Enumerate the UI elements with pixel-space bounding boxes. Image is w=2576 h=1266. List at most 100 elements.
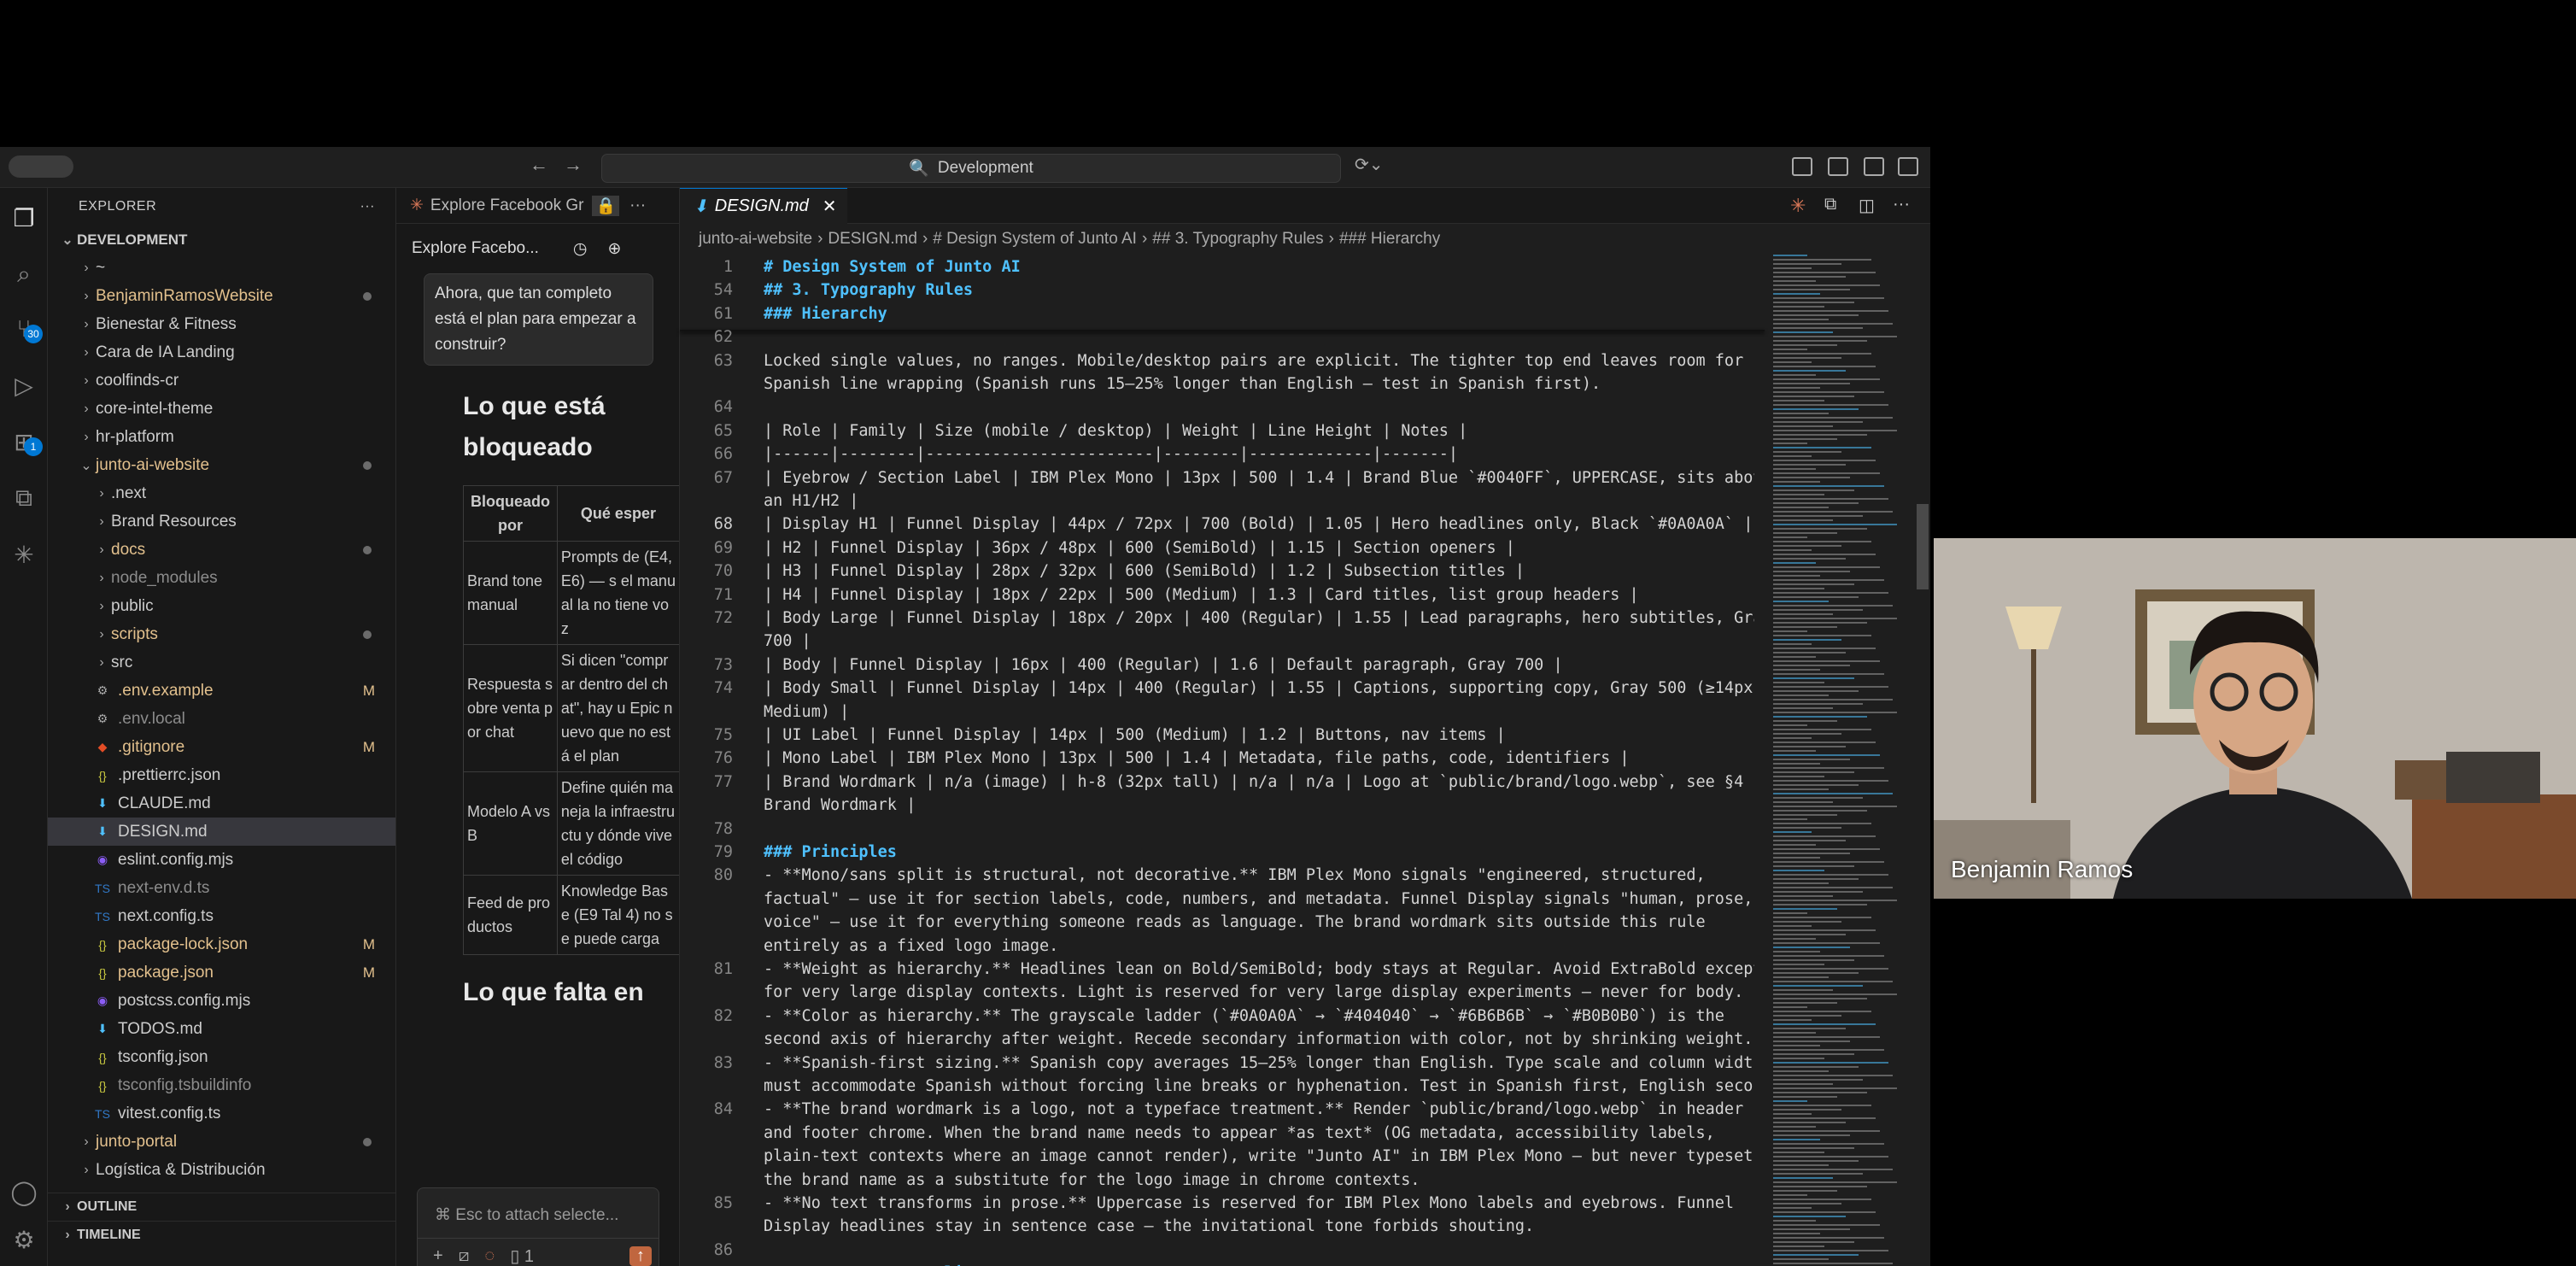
code-line[interactable]: plain-text contexts where an image canno… (764, 1147, 1754, 1165)
remote-explorer-icon[interactable]: ⧉ (0, 477, 48, 519)
code-line[interactable]: | Eyebrow / Section Label | IBM Plex Mon… (764, 469, 1754, 487)
breadcrumb-item[interactable]: junto-ai-website (699, 230, 812, 249)
code-line[interactable]: | Body Large | Funnel Display | 18px / 2… (764, 609, 1754, 627)
claude-icon[interactable]: ✳ (1790, 195, 1806, 217)
breadcrumb-item[interactable]: DESIGN.md (828, 230, 917, 249)
folder-row[interactable]: › BenjaminRamosWebsite (48, 282, 395, 310)
file-row[interactable]: ⚙ .env.example M (48, 677, 395, 705)
file-icon[interactable]: ▯ 1 (510, 1245, 534, 1266)
file-row[interactable]: TS next-env.d.ts (48, 874, 395, 902)
file-row[interactable]: ⬇ DESIGN.md (48, 818, 395, 846)
minimap[interactable] (1771, 255, 1908, 1266)
folder-row[interactable]: › public (48, 592, 395, 620)
close-icon[interactable]: ✕ (823, 196, 837, 217)
code-line[interactable]: Spanish line wrapping (Spanish runs 15–2… (764, 375, 1754, 393)
code-line[interactable]: |------|--------|-----------------------… (764, 445, 1754, 463)
settings-gear-icon[interactable]: ⚙ (0, 1218, 48, 1261)
file-row[interactable]: ◉ eslint.config.mjs (48, 846, 395, 874)
code-line[interactable]: - **Spanish-first sizing.** Spanish copy… (764, 1054, 1754, 1072)
code-line[interactable]: | H2 | Funnel Display | 36px / 48px | 60… (764, 539, 1754, 557)
slash-command-icon[interactable]: ⧄ (459, 1246, 470, 1266)
code-line[interactable]: | Body Small | Funnel Display | 14px | 4… (764, 679, 1754, 697)
folder-row[interactable]: ⌄ junto-ai-website (48, 451, 395, 479)
code-line[interactable]: voice" — use it for everything someone r… (764, 913, 1754, 931)
toggle-secondary-sidebar-icon[interactable] (1898, 157, 1918, 176)
history-icon[interactable]: ◷ (573, 239, 588, 259)
open-preview-icon[interactable]: ⧉ (1824, 195, 1836, 214)
command-center[interactable]: 🔍 Development (601, 154, 1341, 183)
toggle-panel-icon[interactable] (1864, 157, 1884, 176)
code-line[interactable]: | Role | Family | Size (mobile / desktop… (764, 422, 1754, 440)
folder-row[interactable]: › coolfinds-cr (48, 366, 395, 395)
code-line[interactable]: factual" — use it for section labels, co… (764, 890, 1754, 908)
layout-customize-icon[interactable] (1792, 157, 1812, 176)
code-line[interactable]: | Body | Funnel Display | 16px | 400 (Re… (764, 656, 1754, 674)
search-icon[interactable]: ⌕ (0, 253, 48, 296)
files-icon[interactable]: ❐ (0, 196, 48, 239)
file-row[interactable]: {} .prettierrc.json (48, 761, 395, 789)
folder-row[interactable]: › ~ (48, 254, 395, 282)
code-line[interactable]: - **Weight as hierarchy.** Headlines lea… (764, 960, 1754, 978)
breadcrumb-item[interactable]: ### Hierarchy (1339, 230, 1440, 249)
new-chat-icon[interactable]: ⊕ (608, 239, 622, 259)
code-line[interactable]: Brand Wordmark | (764, 796, 1754, 814)
account-pill[interactable] (9, 155, 73, 178)
breadcrumb-item[interactable]: # Design System of Junto AI (933, 230, 1137, 249)
file-row[interactable]: {} tsconfig.tsbuildinfo (48, 1071, 395, 1099)
code-line[interactable]: | Brand Wordmark | n/a (image) | h-8 (32… (764, 773, 1754, 791)
code-line[interactable]: - **Color as hierarchy.** The grayscale … (764, 1007, 1754, 1025)
code-line[interactable]: must accommodate Spanish without forcing… (764, 1077, 1754, 1095)
file-row[interactable]: ⚙ .env.local (48, 705, 395, 733)
folder-row[interactable]: › Cara de IA Landing (48, 338, 395, 366)
file-row[interactable]: TS next.config.ts (48, 902, 395, 930)
source-control-icon[interactable]: ⑂ 30 (0, 308, 48, 350)
code-line[interactable]: an H1/H2 | (764, 492, 1754, 510)
code-line[interactable]: | UI Label | Funnel Display | 14px | 500… (764, 726, 1754, 744)
code-line[interactable]: ### Principles (764, 843, 1754, 861)
folder-row[interactable]: › src (48, 648, 395, 677)
code-line[interactable]: Locked single values, no ranges. Mobile/… (764, 352, 1754, 370)
chat-tab[interactable]: ✳ Explore Facebook Gr 🔒 ··· (396, 188, 679, 224)
code-line[interactable]: Display headlines stay in sentence case … (764, 1217, 1754, 1235)
folder-row[interactable]: › scripts (48, 620, 395, 648)
file-row[interactable]: {} tsconfig.json (48, 1043, 395, 1071)
breadcrumb-item[interactable]: ## 3. Typography Rules (1152, 230, 1323, 249)
folder-row[interactable]: › hr-platform (48, 423, 395, 451)
more-actions-icon[interactable]: ··· (1893, 195, 1910, 214)
file-row[interactable]: TS vitest.config.ts (48, 1099, 395, 1128)
folder-row[interactable]: › junto-portal (48, 1128, 395, 1156)
code-line[interactable]: the brand name as a substitute for the l… (764, 1171, 1754, 1189)
code-line[interactable]: 700 | (764, 632, 1754, 650)
claude-icon[interactable]: ✳ (0, 533, 48, 576)
more-actions-icon[interactable]: ··· (360, 199, 375, 214)
code-line[interactable]: - **The brand wordmark is a logo, not a … (764, 1100, 1754, 1118)
folder-row[interactable]: › Bienestar & Fitness (48, 310, 395, 338)
account-icon[interactable]: ◯ (0, 1170, 48, 1213)
file-row[interactable]: ⬇ CLAUDE.md (48, 789, 395, 818)
forward-arrow-icon[interactable]: → (564, 154, 583, 176)
file-row[interactable]: {} package-lock.json M (48, 930, 395, 958)
chat-input[interactable]: ⌘ Esc to attach selecte... (417, 1187, 659, 1239)
code-line[interactable]: ### Hierarchy (764, 305, 1754, 323)
code-line[interactable]: | H4 | Funnel Display | 18px / 22px | 50… (764, 586, 1754, 604)
code-line[interactable]: | Mono Label | IBM Plex Mono | 13px | 50… (764, 749, 1754, 767)
file-row[interactable]: ◆ .gitignore M (48, 733, 395, 761)
code-line[interactable]: for very large display contexts. Light i… (764, 983, 1754, 1001)
code-line[interactable]: ## 3. Typography Rules (764, 281, 1754, 299)
folder-row[interactable]: › core-intel-theme (48, 395, 395, 423)
code-line[interactable]: - **Mono/sans split is structural, not d… (764, 866, 1754, 884)
more-actions-icon[interactable]: ··· (629, 196, 646, 215)
code-line[interactable]: Medium) | (764, 703, 1754, 721)
file-row[interactable]: {} package.json M (48, 958, 395, 987)
folder-row[interactable]: › .next (48, 479, 395, 507)
split-editor-icon[interactable]: ◫ (1859, 195, 1875, 216)
add-icon[interactable]: + (433, 1246, 443, 1266)
toggle-primary-sidebar-icon[interactable] (1828, 157, 1848, 176)
send-button[interactable]: ↑ (629, 1246, 652, 1266)
file-row[interactable]: ◉ postcss.config.mjs (48, 987, 395, 1015)
code-line[interactable]: entirely as a fixed logo image. (764, 937, 1754, 955)
code-line[interactable]: # Design System of Junto AI (764, 258, 1754, 276)
back-arrow-icon[interactable]: ← (530, 154, 548, 176)
lock-icon[interactable]: 🔒 (592, 195, 620, 216)
workspace-root[interactable]: ⌄ DEVELOPMENT (48, 226, 395, 254)
